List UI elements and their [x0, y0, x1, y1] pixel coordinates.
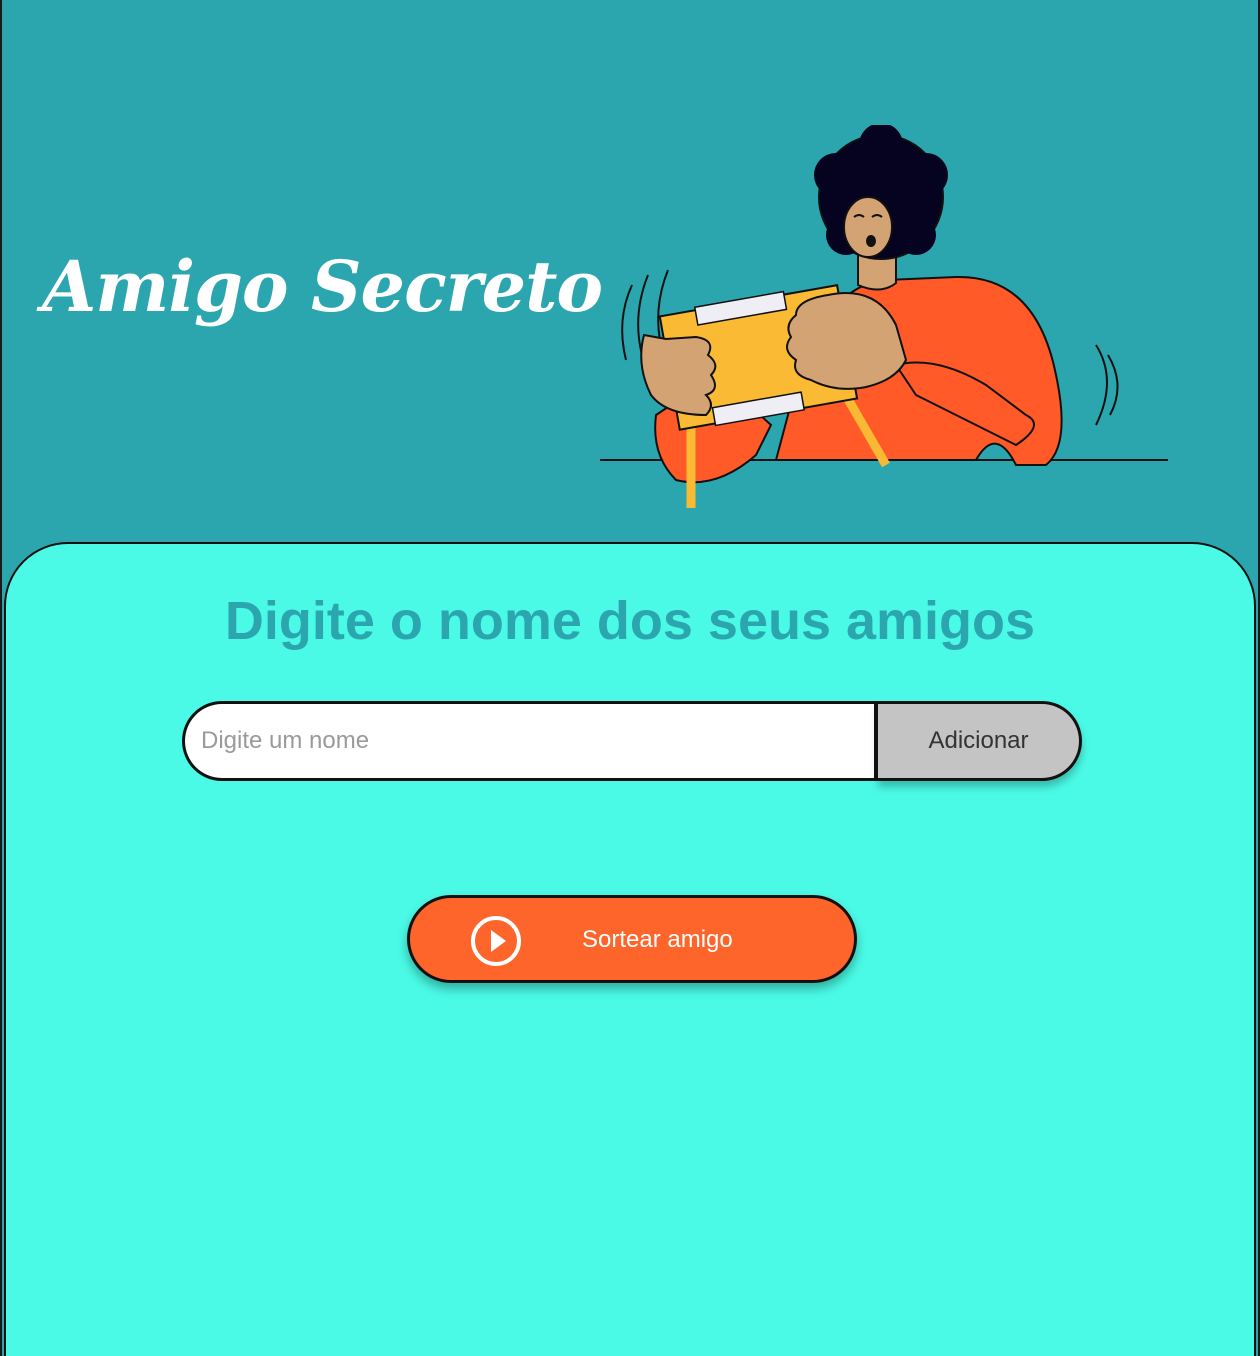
app-title: Amigo Secreto	[42, 245, 603, 328]
play-circle-icon	[471, 916, 521, 966]
main-card: Digite o nome dos seus amigos Adicionar …	[4, 542, 1256, 1356]
friends-list	[182, 804, 1082, 864]
person-with-gift-illustration	[600, 125, 1168, 508]
draw-friend-button[interactable]: Sortear amigo	[407, 895, 857, 983]
section-heading: Digite o nome dos seus amigos	[224, 591, 1036, 651]
draw-button-label: Sortear amigo	[582, 926, 733, 953]
add-friend-row: Adicionar	[182, 701, 1082, 781]
friend-name-input[interactable]	[182, 701, 878, 781]
add-button[interactable]: Adicionar	[878, 701, 1082, 781]
header: Amigo Secreto	[0, 0, 1260, 545]
